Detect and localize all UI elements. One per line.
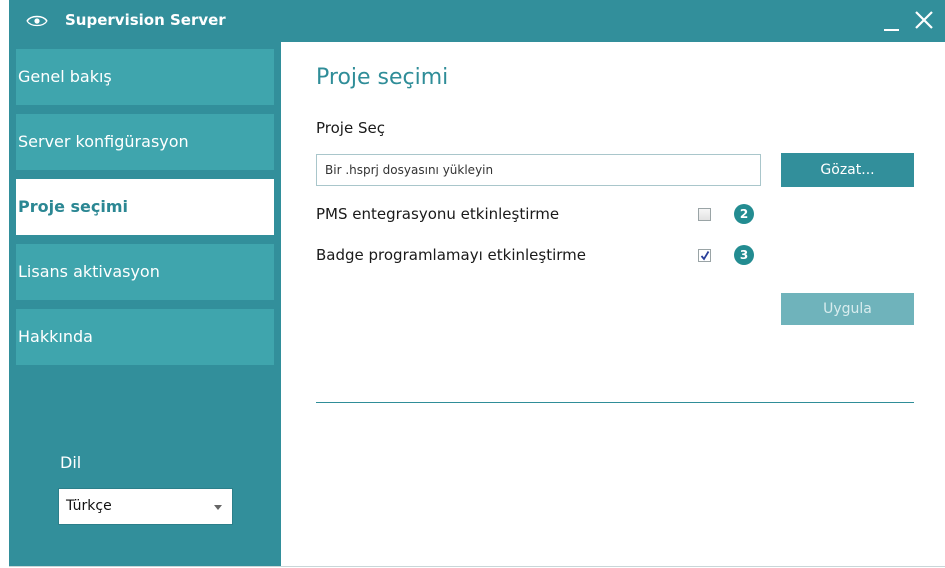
- callout-badge: 3: [734, 245, 754, 265]
- project-file-input[interactable]: [316, 154, 761, 186]
- pms-integration-label: PMS entegrasyonu etkinleştirme: [316, 205, 560, 223]
- apply-button[interactable]: Uygula: [781, 293, 914, 325]
- close-icon: [915, 11, 933, 29]
- language-label: Dil: [60, 453, 82, 472]
- sidebar-item-label: Genel bakış: [18, 67, 112, 86]
- app-window: Supervision Server Genel bakış Server ko…: [9, 0, 945, 567]
- sidebar-item-server-config[interactable]: Server konfigürasyon: [16, 114, 274, 170]
- close-button[interactable]: [911, 7, 937, 33]
- app-title: Supervision Server: [65, 11, 226, 29]
- sidebar-item-overview[interactable]: Genel bakış: [16, 49, 274, 105]
- title-bar: Supervision Server: [9, 0, 945, 42]
- language-select[interactable]: Türkçe: [58, 488, 233, 525]
- sidebar-item-about[interactable]: Hakkında: [16, 309, 274, 365]
- minimize-button[interactable]: [881, 8, 903, 34]
- sidebar: Genel bakış Server konfigürasyon Proje s…: [9, 42, 281, 566]
- project-label: Proje Seç: [316, 119, 385, 137]
- sidebar-item-label: Proje seçimi: [18, 197, 129, 216]
- sidebar-item-label: Lisans aktivasyon: [18, 262, 160, 281]
- sidebar-item-project-selection[interactable]: Proje seçimi: [16, 179, 274, 235]
- badge-programming-checkbox[interactable]: [698, 249, 711, 262]
- browse-button[interactable]: Gözat...: [781, 153, 914, 187]
- pms-integration-checkbox[interactable]: [698, 208, 711, 221]
- sidebar-item-label: Hakkında: [18, 327, 93, 346]
- chevron-down-icon: [214, 505, 222, 510]
- eye-icon: [26, 15, 48, 27]
- main-panel: Proje seçimi Proje Seç Gözat... PMS ente…: [281, 42, 945, 566]
- page-title: Proje seçimi: [316, 65, 449, 90]
- check-icon: [700, 251, 710, 261]
- callout-badge: 2: [734, 204, 754, 224]
- sidebar-item-label: Server konfigürasyon: [18, 132, 189, 151]
- divider: [316, 402, 914, 403]
- badge-programming-label: Badge programlamayı etkinleştirme: [316, 246, 586, 264]
- sidebar-item-license-activation[interactable]: Lisans aktivasyon: [16, 244, 274, 300]
- language-select-value: Türkçe: [66, 498, 112, 514]
